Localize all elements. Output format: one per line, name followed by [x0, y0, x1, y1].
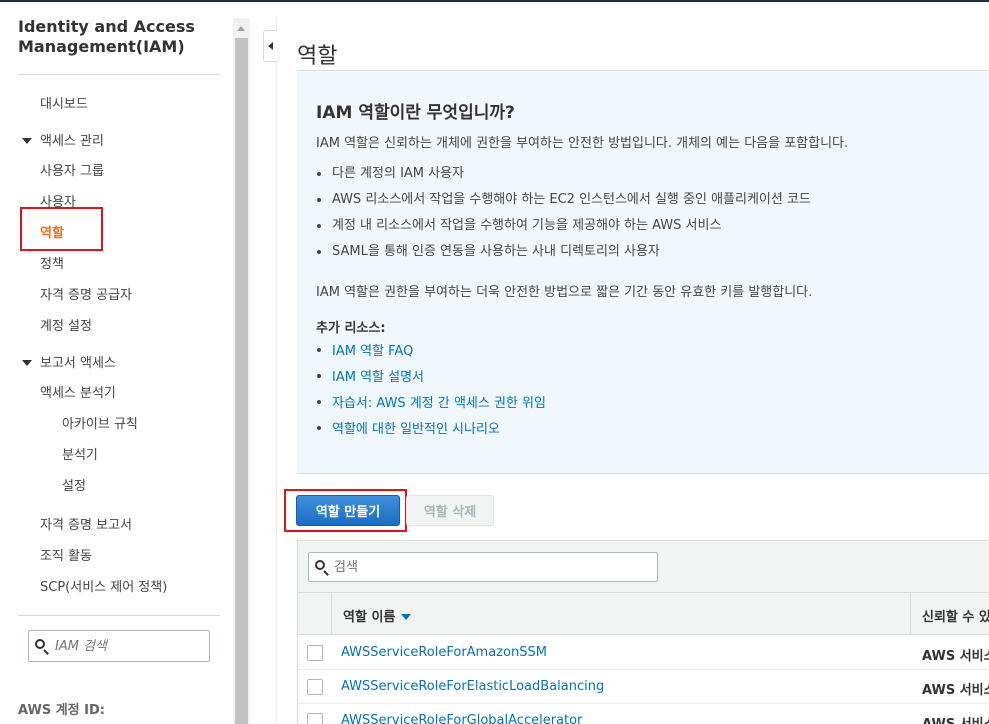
scrollbar-thumb[interactable] [235, 38, 248, 724]
sort-descending-icon[interactable] [401, 613, 412, 620]
sidebar-item-analyzers[interactable]: 분석기 [62, 448, 98, 464]
trusted-entity: AWS 서비스 [922, 683, 989, 698]
column-header-trusted-entities[interactable]: 신뢰할 수 있 [922, 606, 989, 625]
sidebar-divider [18, 615, 220, 616]
sidebar-item-organization-activity[interactable]: 조직 활동 [40, 549, 92, 565]
page-title: 역할 [297, 44, 338, 69]
list-item: IAM 역할 FAQ [316, 342, 546, 368]
link-iam-roles-faq[interactable]: IAM 역할 FAQ [332, 344, 413, 359]
info-intro: IAM 역할은 신뢰하는 개체에 권한을 부여하는 안전한 방법입니다. 개체의… [316, 136, 849, 151]
sidebar: Identity and Access Management(IAM) 대시보드… [0, 2, 232, 724]
main-content: 역할 IAM 역할이란 무엇입니까? IAM 역할은 신뢰하는 개체에 권한을 … [277, 2, 989, 724]
sidebar-divider [18, 74, 220, 75]
list-item: IAM 역할 설명서 [316, 368, 546, 394]
iam-search-box[interactable] [28, 630, 210, 662]
sidebar-item-credential-report[interactable]: 자격 증명 보고서 [40, 518, 132, 534]
column-divider [910, 593, 911, 635]
sidebar-item-dashboard[interactable]: 대시보드 [40, 97, 88, 113]
iam-search-input[interactable] [55, 638, 195, 654]
table-row: AWSServiceRoleForElasticLoadBalancing AW… [298, 670, 989, 704]
highlight-box-create-role [284, 489, 407, 532]
iam-console: Identity and Access Management(IAM) 대시보드… [0, 0, 989, 724]
role-name-link[interactable]: AWSServiceRoleForAmazonSSM [341, 645, 547, 660]
sidebar-section-access-management[interactable]: 액세스 관리 [22, 134, 104, 150]
column-header-role-name[interactable]: 역할 이름 [343, 606, 412, 625]
sidebar-scrollbar[interactable] [233, 18, 250, 724]
sidebar-section-access-reports[interactable]: 보고서 액세스 [22, 356, 116, 372]
search-icon [35, 639, 49, 655]
list-item: 역할에 대한 일반적인 시나리오 [316, 420, 546, 446]
role-name-link[interactable]: AWSServiceRoleForGlobalAccelerator [341, 713, 582, 724]
title-divider [297, 70, 989, 71]
link-iam-roles-docs[interactable]: IAM 역할 설명서 [332, 370, 424, 385]
list-item: 다른 계정의 IAM 사용자 [316, 166, 811, 192]
sidebar-section-label: 보고서 액세스 [40, 356, 116, 371]
caret-down-icon [22, 137, 32, 144]
sidebar-item-analyzer-settings[interactable]: 설정 [62, 479, 86, 495]
roles-table: 역할 이름 신뢰할 수 있 AWSServiceRoleForAmazonSSM… [297, 540, 989, 724]
list-item: 자습서: AWS 계정 간 액세스 권한 위임 [316, 394, 546, 420]
sidebar-item-identity-providers[interactable]: 자격 증명 공급자 [40, 288, 132, 304]
collapse-sidebar-button[interactable] [263, 30, 277, 62]
info-bullets: 다른 계정의 IAM 사용자 AWS 리소스에서 작업을 수행해야 하는 EC2… [316, 166, 811, 270]
sidebar-item-scp[interactable]: SCP(서비스 제어 정책) [40, 580, 167, 596]
sidebar-item-account-settings[interactable]: 계정 설정 [40, 319, 92, 335]
resource-links: IAM 역할 FAQ IAM 역할 설명서 자습서: AWS 계정 간 액세스 … [316, 342, 546, 446]
row-checkbox[interactable] [307, 679, 323, 695]
delete-role-button[interactable]: 역할 삭제 [406, 495, 494, 526]
search-icon [315, 560, 329, 576]
row-checkbox[interactable] [307, 713, 323, 724]
roles-info-panel: IAM 역할이란 무엇입니까? IAM 역할은 신뢰하는 개체에 권한을 부여하… [297, 72, 989, 474]
table-header: 역할 이름 신뢰할 수 있 [298, 593, 989, 635]
role-name-link[interactable]: AWSServiceRoleForElasticLoadBalancing [341, 679, 604, 694]
row-checkbox[interactable] [307, 645, 323, 661]
column-header-label: 역할 이름 [343, 610, 396, 625]
more-resources-label: 추가 리소스: [316, 321, 386, 336]
trusted-entity: AWS 서비스 [922, 649, 989, 664]
sidebar-item-archive-rules[interactable]: 아카이브 규칙 [62, 417, 138, 433]
table-row: AWSServiceRoleForGlobalAccelerator AWS 서… [298, 704, 989, 724]
list-item: 계정 내 리소스에서 작업을 수행하여 기능을 제공해야 하는 AWS 서비스 [316, 218, 811, 244]
link-common-scenarios[interactable]: 역할에 대한 일반적인 시나리오 [332, 422, 500, 437]
table-search-input[interactable] [334, 559, 634, 575]
info-summary: IAM 역할은 권한을 부여하는 더욱 안전한 방법으로 짧은 기간 동안 유효… [316, 285, 813, 300]
sidebar-title[interactable]: Identity and Access Management(IAM) [18, 17, 218, 57]
scroll-up-arrow-icon[interactable] [237, 26, 245, 31]
list-item: SAML을 통해 인증 연동을 사용하는 사내 디렉토리의 사용자 [316, 244, 811, 270]
collapse-triangle-icon [268, 42, 273, 50]
info-heading: IAM 역할이란 무엇입니까? [316, 103, 515, 123]
table-search-box[interactable] [308, 552, 658, 582]
sidebar-section-label: 액세스 관리 [40, 134, 104, 149]
sidebar-item-policies[interactable]: 정책 [40, 257, 64, 273]
account-id-label: AWS 계정 ID: [18, 703, 105, 718]
list-item: AWS 리소스에서 작업을 수행해야 하는 EC2 인스턴스에서 실행 중인 애… [316, 192, 811, 218]
link-cross-account-tutorial[interactable]: 자습서: AWS 계정 간 액세스 권한 위임 [332, 396, 546, 411]
header-checkbox-cell [298, 593, 332, 635]
sidebar-item-user-groups[interactable]: 사용자 그룹 [40, 164, 104, 180]
table-toolbar [298, 541, 989, 593]
sidebar-item-access-analyzer[interactable]: 액세스 분석기 [40, 386, 116, 402]
caret-down-icon [22, 359, 32, 366]
highlight-box-roles [20, 207, 103, 251]
trusted-entity: AWS 서비스 [922, 713, 989, 724]
table-row: AWSServiceRoleForAmazonSSM AWS 서비스 [298, 636, 989, 670]
